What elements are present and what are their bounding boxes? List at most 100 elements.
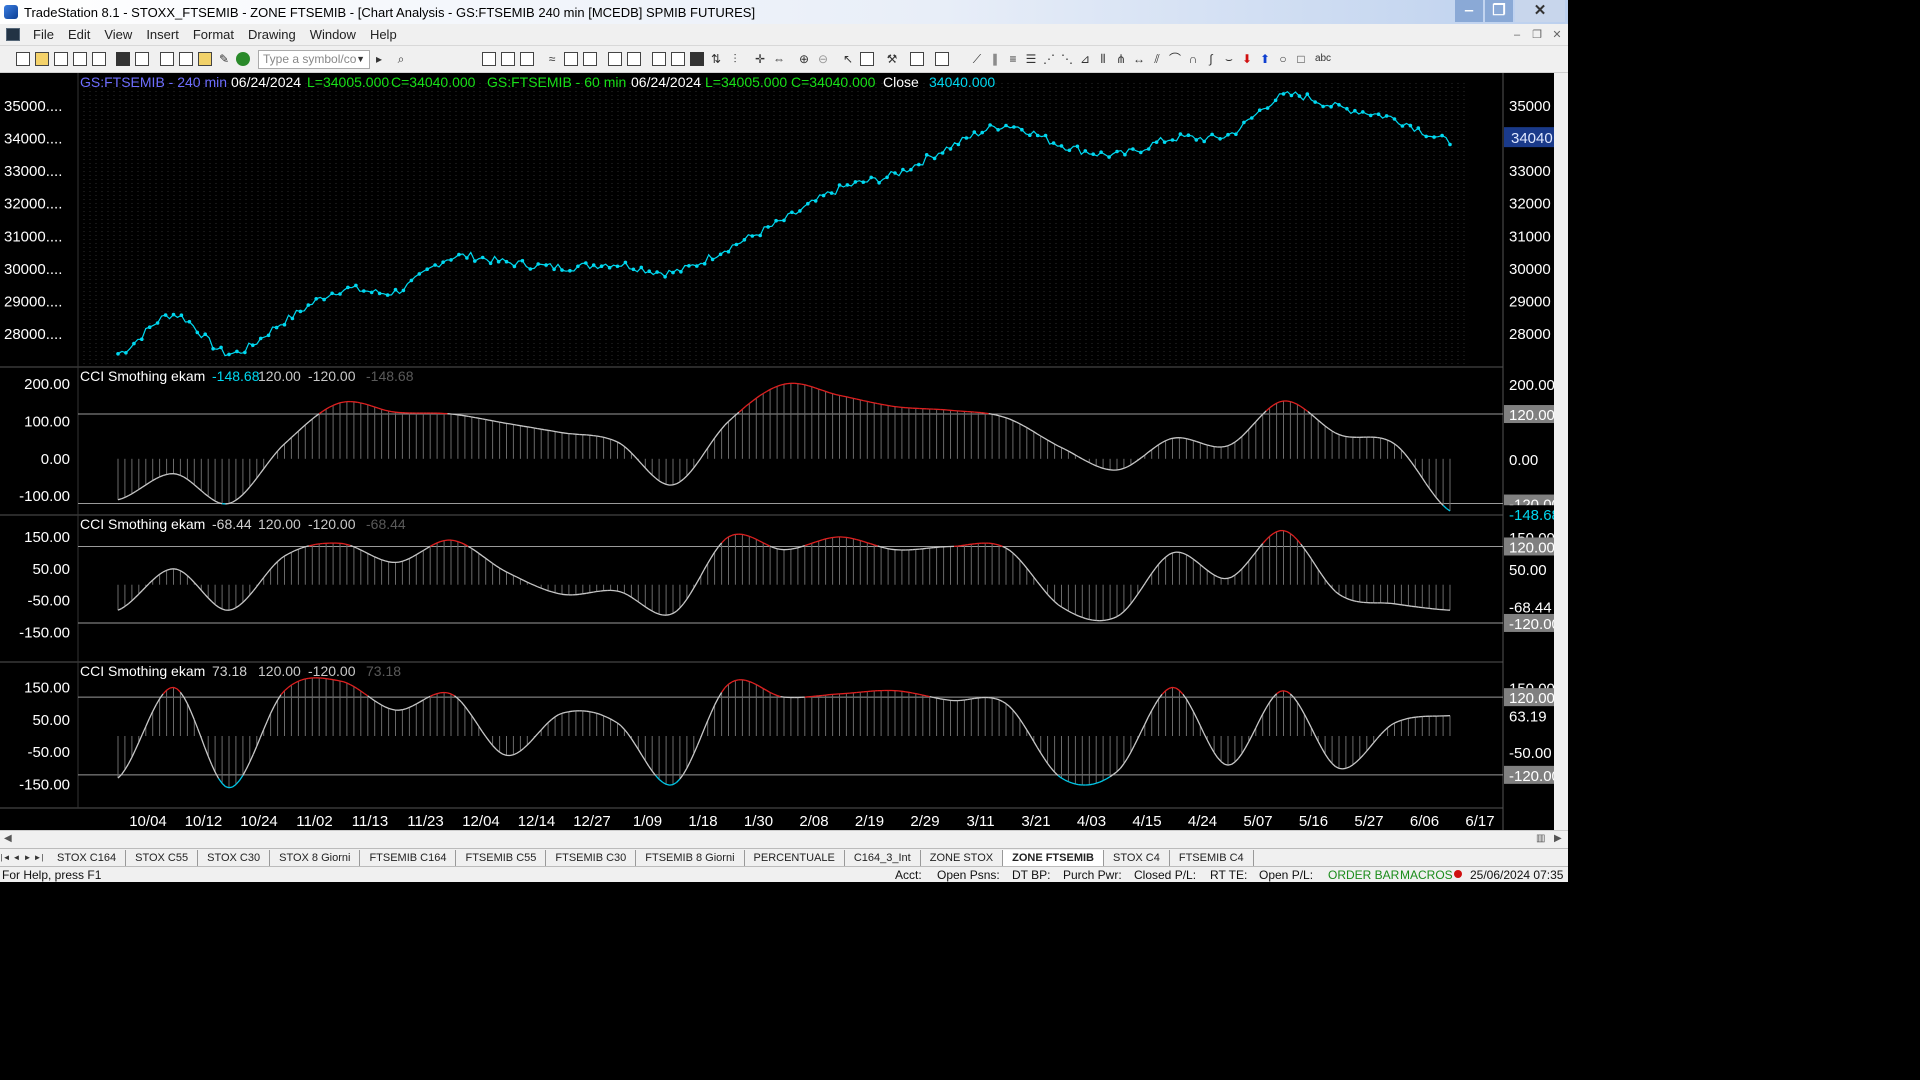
lock-icon[interactable] <box>198 52 212 66</box>
menu-format[interactable]: Format <box>186 27 241 42</box>
mdi-restore-button[interactable]: ❐ <box>1528 27 1546 43</box>
tab-item[interactable]: ZONE STOX <box>921 849 1004 866</box>
trendline-icon[interactable]: ⟋ <box>970 52 984 66</box>
display-icon[interactable] <box>910 52 924 66</box>
chart-canvas[interactable]: 35000....3500034000....3400033000....330… <box>0 73 1568 830</box>
text-tool-icon[interactable]: abc <box>1313 52 1333 66</box>
tab-item[interactable]: STOX C55 <box>126 849 199 866</box>
gann-fan-icon[interactable]: ⋱ <box>1060 52 1074 66</box>
scroll-left-icon[interactable]: ◀ <box>4 833 12 844</box>
order-icon[interactable]: ⇅ <box>709 52 723 66</box>
tab-item[interactable]: FTSEMIB C55 <box>456 849 547 866</box>
tab-item[interactable]: FTSEMIB C30 <box>546 849 637 866</box>
grid-icon[interactable] <box>520 52 534 66</box>
format-icon[interactable] <box>583 52 597 66</box>
radar-icon[interactable] <box>501 52 515 66</box>
tab-item[interactable]: ZONE FTSEMIB <box>1003 849 1104 866</box>
open-folder-icon[interactable] <box>35 52 49 66</box>
up-arrow-icon[interactable]: ⬆ <box>1258 52 1272 66</box>
objects-icon[interactable] <box>935 52 949 66</box>
maximize-button[interactable]: ❐ <box>1485 0 1513 22</box>
mdi-close-button[interactable]: ✕ <box>1548 27 1566 43</box>
ellipse-icon[interactable]: ○ <box>1276 52 1290 66</box>
strategy-icon[interactable] <box>564 52 578 66</box>
pointer-icon[interactable]: ↖ <box>841 52 855 66</box>
tab-next-icon[interactable]: ► <box>22 853 33 862</box>
tab-prev-icon[interactable]: ◄ <box>11 853 22 862</box>
close-button[interactable]: ✕ <box>1515 0 1565 22</box>
time-zones-icon[interactable]: ⦀ <box>1096 52 1110 66</box>
select-icon[interactable] <box>860 52 874 66</box>
save-icon[interactable] <box>116 52 130 66</box>
freehand-icon[interactable]: ∫ <box>1204 52 1218 66</box>
rectangle-icon[interactable]: □ <box>1294 52 1308 66</box>
menu-window[interactable]: Window <box>303 27 363 42</box>
macros-button[interactable]: MACROS <box>1400 867 1453 883</box>
print-icon[interactable] <box>135 52 149 66</box>
insert-indicator-icon[interactable] <box>608 52 622 66</box>
tab-item[interactable]: C164_3_Int <box>845 849 921 866</box>
new-file-icon[interactable] <box>16 52 30 66</box>
menu-view[interactable]: View <box>97 27 139 42</box>
tab-item[interactable]: FTSEMIB C164 <box>360 849 457 866</box>
regression-icon[interactable]: ⊿ <box>1078 52 1092 66</box>
cut-icon[interactable] <box>92 52 106 66</box>
arrow-line-icon[interactable]: ↔ <box>1132 52 1146 66</box>
minimize-button[interactable]: ‒ <box>1455 0 1483 22</box>
curve-icon[interactable]: ⌣ <box>1222 52 1236 66</box>
order-bar-button[interactable]: ORDER BAR <box>1328 867 1399 883</box>
lookup-icon[interactable]: ⌕ <box>394 52 408 66</box>
window-cascade-icon[interactable] <box>179 52 193 66</box>
tab-item[interactable]: STOX C164 <box>48 849 127 866</box>
zoom-out-icon[interactable]: ⊖ <box>816 52 830 66</box>
andrews-pitchfork-icon[interactable]: ⋔ <box>1114 52 1128 66</box>
tab-item[interactable]: STOX C30 <box>198 849 271 866</box>
down-arrow-icon[interactable]: ⬇ <box>1240 52 1254 66</box>
chart-window[interactable]: 35000....3500034000....3400033000....330… <box>0 73 1568 830</box>
cycle-lines-icon[interactable]: ∩ <box>1186 52 1200 66</box>
volume-icon[interactable] <box>690 52 704 66</box>
menu-edit[interactable]: Edit <box>61 27 97 42</box>
scroll-thumb-icon[interactable]: ▥ <box>1536 833 1545 844</box>
chart-window-icon[interactable] <box>482 52 496 66</box>
tab-first-icon[interactable]: |◄ <box>0 853 11 862</box>
pencil-icon[interactable]: ✎ <box>217 52 231 66</box>
analysis-icon[interactable]: ≈ <box>545 52 559 66</box>
channel-icon[interactable]: ⫽ <box>1150 52 1164 66</box>
candlestick-icon[interactable] <box>671 52 685 66</box>
tab-item[interactable]: FTSEMIB 8 Giorni <box>636 849 745 866</box>
chevron-down-icon[interactable]: ▼ <box>356 51 365 68</box>
menu-drawing[interactable]: Drawing <box>241 27 303 42</box>
window-icon[interactable] <box>160 52 174 66</box>
scale-icon[interactable]: ⇔ <box>772 52 786 66</box>
tab-item[interactable]: STOX 8 Giorni <box>270 849 361 866</box>
menu-insert[interactable]: Insert <box>139 27 186 42</box>
speed-lines-icon[interactable]: ⋰ <box>1042 52 1056 66</box>
globe-icon[interactable] <box>236 52 250 66</box>
menu-help[interactable]: Help <box>363 27 404 42</box>
tab-item[interactable]: FTSEMIB C4 <box>1170 849 1254 866</box>
tab-last-icon[interactable]: ►| <box>33 853 44 862</box>
play-arrow-icon[interactable]: ▸ <box>372 52 386 66</box>
tab-item[interactable]: PERCENTUALE <box>745 849 845 866</box>
format-symbol-icon[interactable] <box>627 52 641 66</box>
tab-item[interactable]: STOX C4 <box>1104 849 1170 866</box>
crosshair-icon[interactable]: ✛ <box>753 52 767 66</box>
document-icon[interactable] <box>6 28 20 41</box>
zoom-in-icon[interactable]: ⊕ <box>797 52 811 66</box>
trade-icon[interactable]: ⫶ <box>728 52 742 66</box>
fibonacci-icon[interactable]: ☰ <box>1024 52 1038 66</box>
menu-file[interactable]: File <box>26 27 61 42</box>
cci-line-segment <box>1276 401 1281 404</box>
mdi-minimize-button[interactable]: – <box>1508 27 1526 43</box>
tools-icon[interactable]: ⚒ <box>885 52 899 66</box>
scroll-right-icon[interactable]: ▶ <box>1554 833 1562 844</box>
paste-icon[interactable] <box>73 52 87 66</box>
copy-icon[interactable] <box>54 52 68 66</box>
arcs-icon[interactable]: ⌒ <box>1168 52 1182 66</box>
horizontal-scrollbar[interactable]: ◀ ▥ ▶ <box>0 830 1568 848</box>
bar-chart-icon[interactable] <box>652 52 666 66</box>
vertical-lines-icon[interactable]: ∥ <box>988 52 1002 66</box>
horizontal-lines-icon[interactable]: ≡ <box>1006 52 1020 66</box>
symbol-input[interactable]: Type a symbol/co ▼ <box>258 50 370 69</box>
